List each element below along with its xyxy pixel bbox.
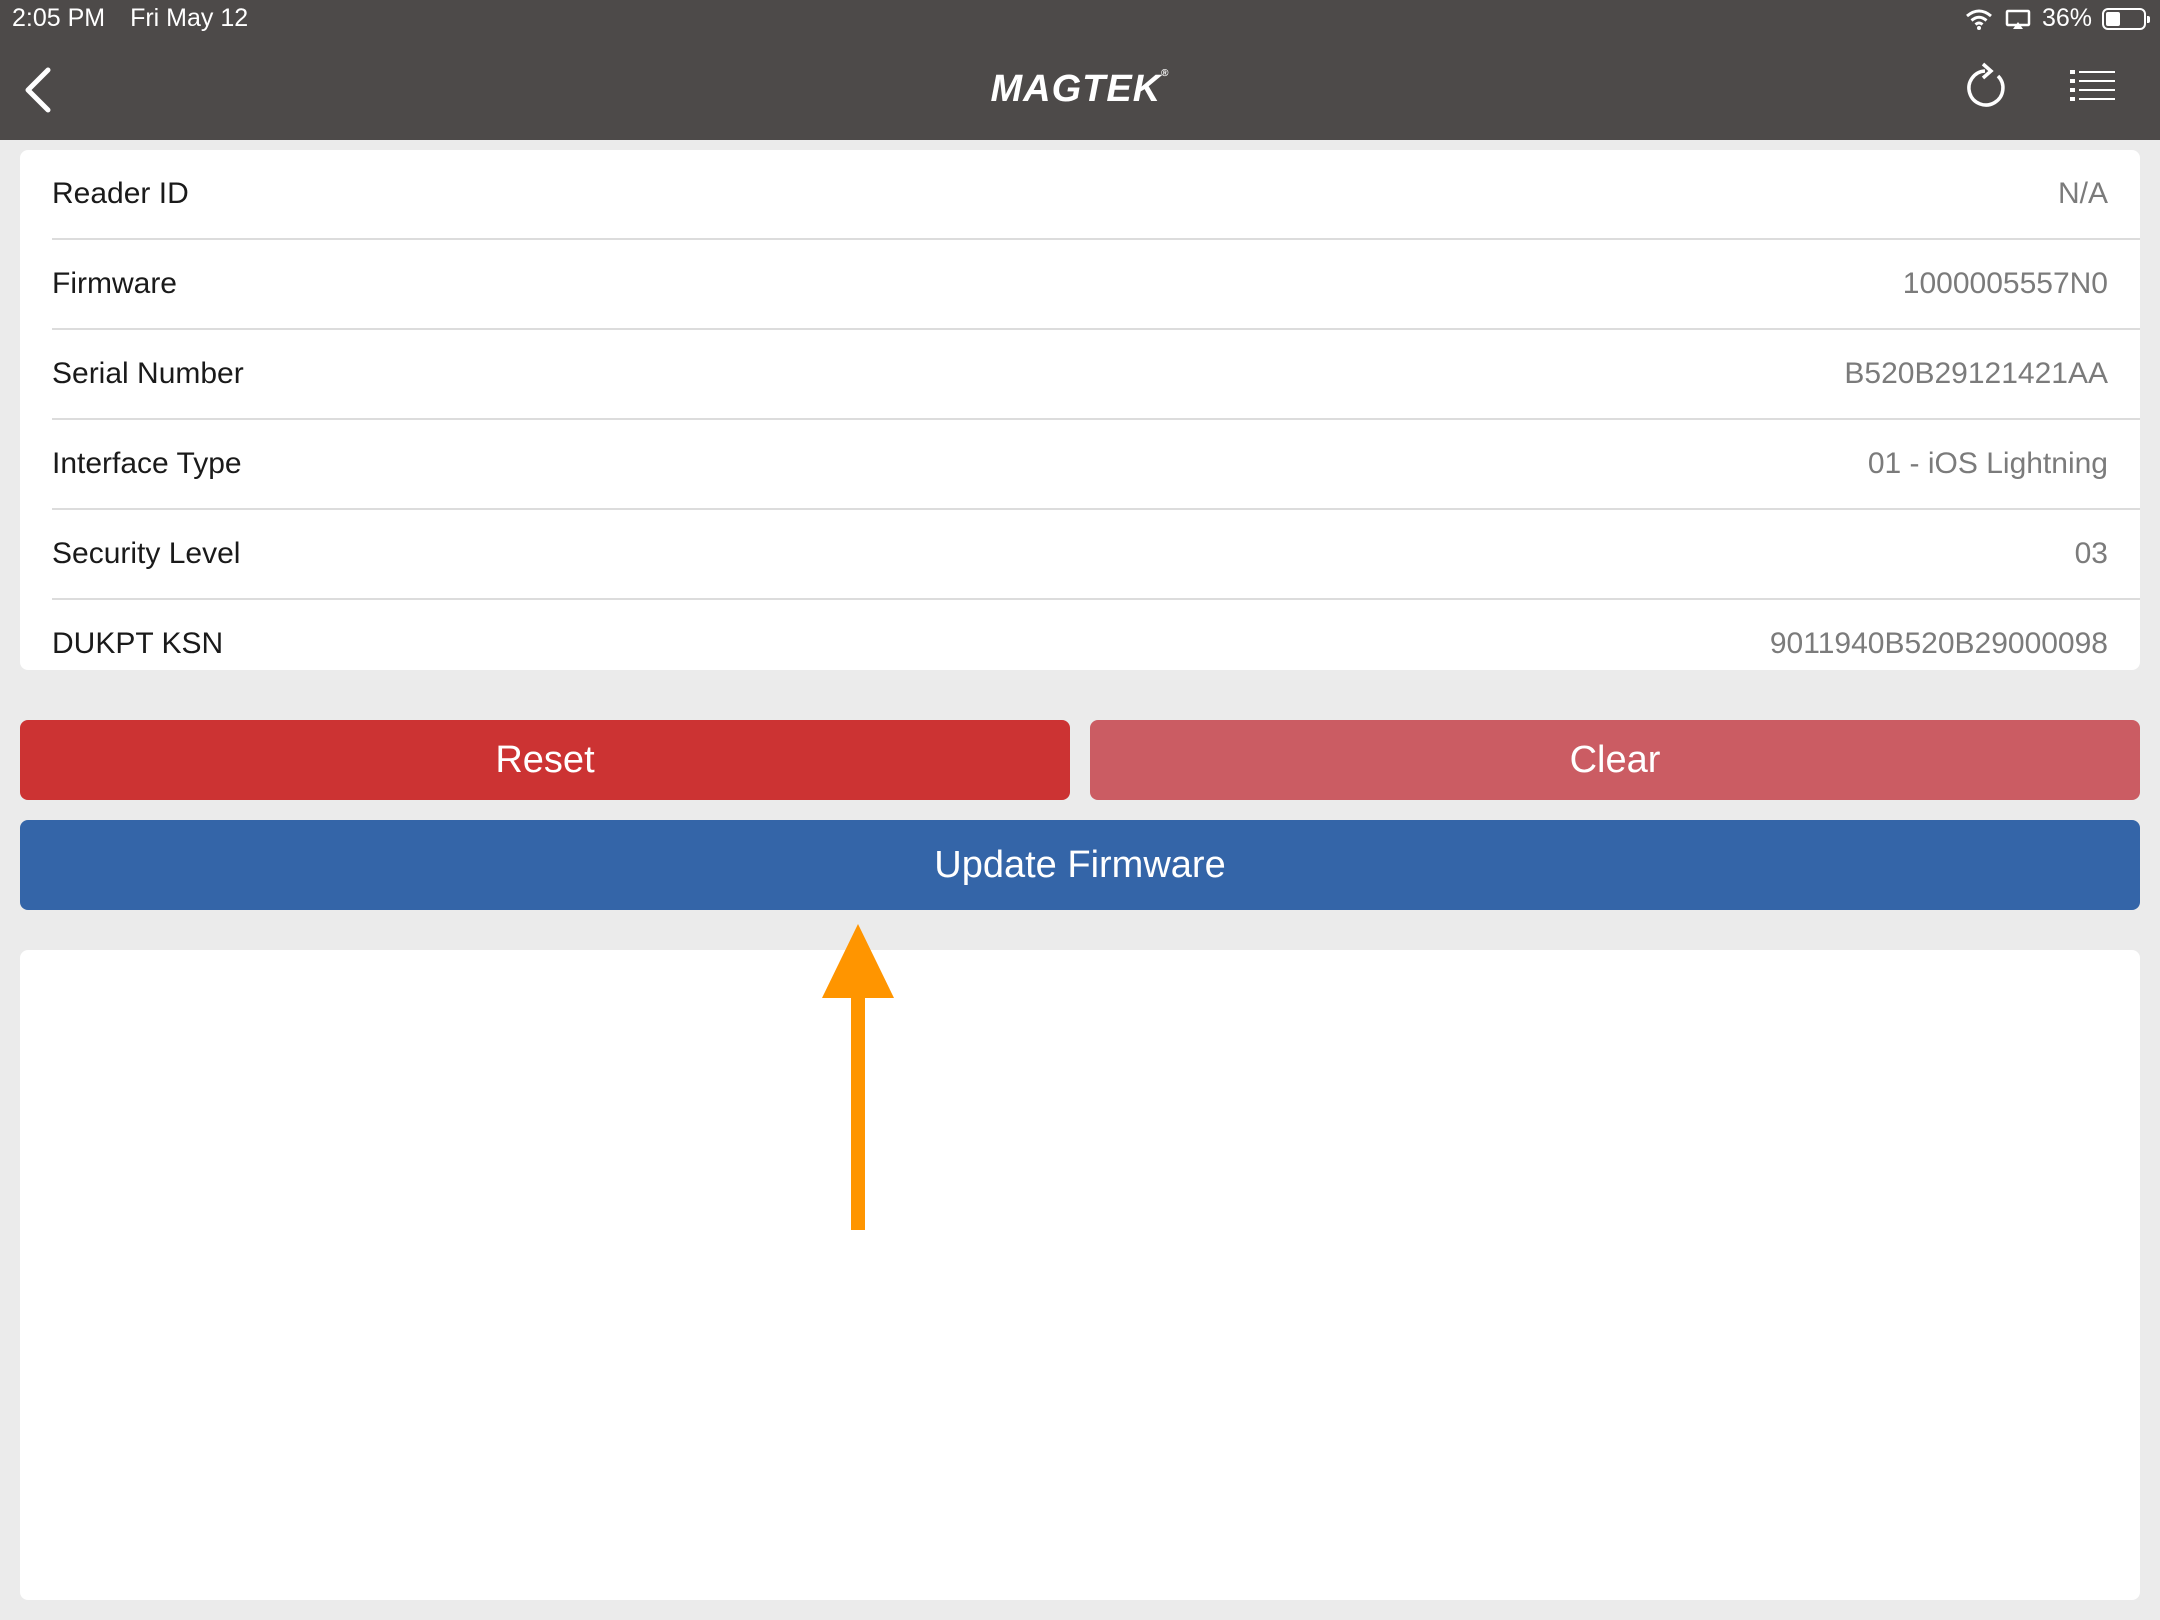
- info-row-interface-type: Interface Type 01 - iOS Lightning: [52, 418, 2140, 508]
- wifi-icon: [1965, 9, 1992, 30]
- battery-icon: [2102, 7, 2150, 30]
- refresh-icon: [1967, 62, 2005, 107]
- menu-button[interactable]: [2068, 66, 2118, 110]
- info-value: 03: [2074, 537, 2108, 570]
- status-date: Fri May 12: [130, 4, 249, 32]
- info-value: 01 - iOS Lightning: [1867, 447, 2108, 480]
- top-bar: 2:05 PM Fri May 12 36% MAGTEK®: [0, 0, 2160, 140]
- annotation-arrow-icon: [822, 924, 894, 1230]
- airplay-icon: [2005, 9, 2031, 29]
- info-row-security-level: Security Level 03: [52, 508, 2140, 598]
- reset-button[interactable]: Reset: [20, 720, 1070, 800]
- info-value: 9011940B520B29000098: [1769, 627, 2108, 660]
- update-firmware-button[interactable]: Update Firmware: [20, 820, 2140, 910]
- info-label: Security Level: [52, 537, 241, 570]
- info-row-dukpt-ksn: DUKPT KSN 9011940B520B29000098: [52, 598, 2140, 670]
- info-value: N/A: [2057, 177, 2108, 210]
- info-value: B520B29121421AA: [1844, 357, 2108, 390]
- info-row-reader-id: Reader ID N/A: [52, 150, 2140, 238]
- info-row-serial-number: Serial Number B520B29121421AA: [52, 328, 2140, 418]
- status-bar-left: 2:05 PM Fri May 12: [12, 4, 266, 33]
- clear-button[interactable]: Clear: [1090, 720, 2140, 800]
- battery-percent: 36%: [2041, 4, 2092, 32]
- info-value: 1000005557N0: [1902, 267, 2108, 300]
- output-log-area: [20, 950, 2140, 1600]
- info-label: Reader ID: [52, 177, 189, 210]
- status-time: 2:05 PM: [12, 4, 106, 32]
- device-info-card: Reader ID N/A Firmware 1000005557N0 Seri…: [20, 150, 2140, 670]
- info-label: Interface Type: [52, 447, 242, 480]
- info-row-firmware: Firmware 1000005557N0: [52, 238, 2140, 328]
- logo-text: MAGTEK: [990, 68, 1162, 110]
- info-label: Serial Number: [52, 357, 244, 390]
- info-label: DUKPT KSN: [52, 627, 224, 660]
- status-bar-right: 36%: [1964, 4, 2150, 33]
- magtek-logo: MAGTEK®: [0, 68, 2160, 111]
- info-label: Firmware: [52, 267, 177, 300]
- refresh-button[interactable]: [1960, 62, 2010, 114]
- logo-registered-mark: ®: [1161, 68, 1170, 79]
- list-menu-icon: [2070, 70, 2115, 101]
